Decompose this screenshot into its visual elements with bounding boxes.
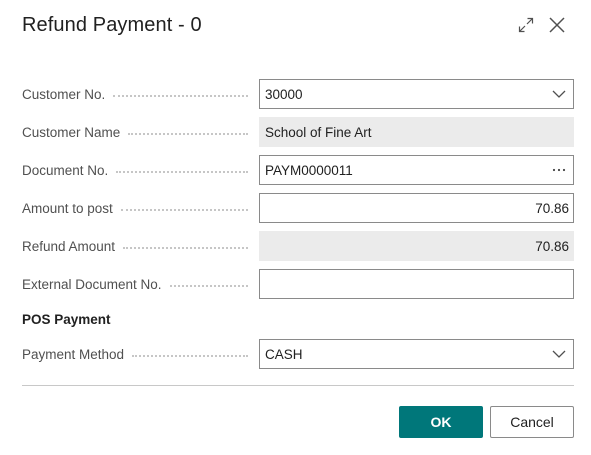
ok-button[interactable]: OK	[399, 406, 483, 438]
cancel-button[interactable]: Cancel	[490, 406, 574, 438]
amount-to-post-value[interactable]: 70.86	[260, 201, 573, 216]
label-leader-dots	[169, 285, 248, 287]
close-icon[interactable]	[546, 14, 568, 36]
document-no-field[interactable]: PAYM0000011	[259, 155, 574, 185]
refund-amount-field: 70.86	[259, 231, 574, 261]
payment-method-value[interactable]: CASH	[260, 347, 545, 362]
ellipsis-icon[interactable]	[545, 156, 573, 184]
customer-name-label: Customer Name	[22, 124, 127, 140]
document-no-label-wrap: Document No.	[22, 155, 252, 185]
payment-method-row: Payment Method CASH	[22, 339, 574, 369]
label-leader-dots	[128, 133, 248, 135]
payment-method-field[interactable]: CASH	[259, 339, 574, 369]
expand-icon[interactable]	[515, 14, 537, 36]
external-document-no-label-wrap: External Document No.	[22, 269, 252, 299]
footer-divider	[22, 385, 574, 386]
refund-amount-label-wrap: Refund Amount	[22, 231, 252, 261]
amount-to-post-field[interactable]: 70.86	[259, 193, 574, 223]
customer-no-row: Customer No. 30000	[22, 79, 574, 109]
refund-amount-value: 70.86	[535, 238, 569, 254]
external-document-no-field[interactable]	[259, 269, 574, 299]
payment-method-label-wrap: Payment Method	[22, 339, 252, 369]
customer-no-field[interactable]: 30000	[259, 79, 574, 109]
amount-to-post-label-wrap: Amount to post	[22, 193, 252, 223]
customer-no-label: Customer No.	[22, 86, 112, 102]
document-no-value[interactable]: PAYM0000011	[260, 163, 545, 178]
label-leader-dots	[123, 247, 248, 249]
customer-no-value[interactable]: 30000	[260, 87, 545, 102]
refund-amount-row: Refund Amount 70.86	[22, 231, 574, 261]
label-leader-dots	[116, 171, 248, 173]
label-leader-dots	[113, 95, 248, 97]
pos-payment-heading: POS Payment	[22, 312, 111, 327]
external-document-no-label: External Document No.	[22, 276, 168, 292]
refund-payment-dialog: Refund Payment - 0 Customer No. 30000 Cu…	[0, 0, 591, 455]
external-document-no-row: External Document No.	[22, 269, 574, 299]
amount-to-post-label: Amount to post	[22, 200, 119, 216]
dialog-title: Refund Payment - 0	[22, 14, 202, 36]
payment-method-label: Payment Method	[22, 346, 131, 362]
document-no-label: Document No.	[22, 162, 115, 178]
chevron-down-icon[interactable]	[545, 340, 573, 368]
refund-amount-label: Refund Amount	[22, 238, 122, 254]
customer-name-field: School of Fine Art	[259, 117, 574, 147]
chevron-down-icon[interactable]	[545, 80, 573, 108]
label-leader-dots	[132, 355, 248, 357]
customer-name-label-wrap: Customer Name	[22, 117, 252, 147]
customer-no-label-wrap: Customer No.	[22, 79, 252, 109]
customer-name-row: Customer Name School of Fine Art	[22, 117, 574, 147]
customer-name-value: School of Fine Art	[265, 124, 372, 140]
amount-to-post-row: Amount to post 70.86	[22, 193, 574, 223]
label-leader-dots	[120, 209, 248, 211]
document-no-row: Document No. PAYM0000011	[22, 155, 574, 185]
